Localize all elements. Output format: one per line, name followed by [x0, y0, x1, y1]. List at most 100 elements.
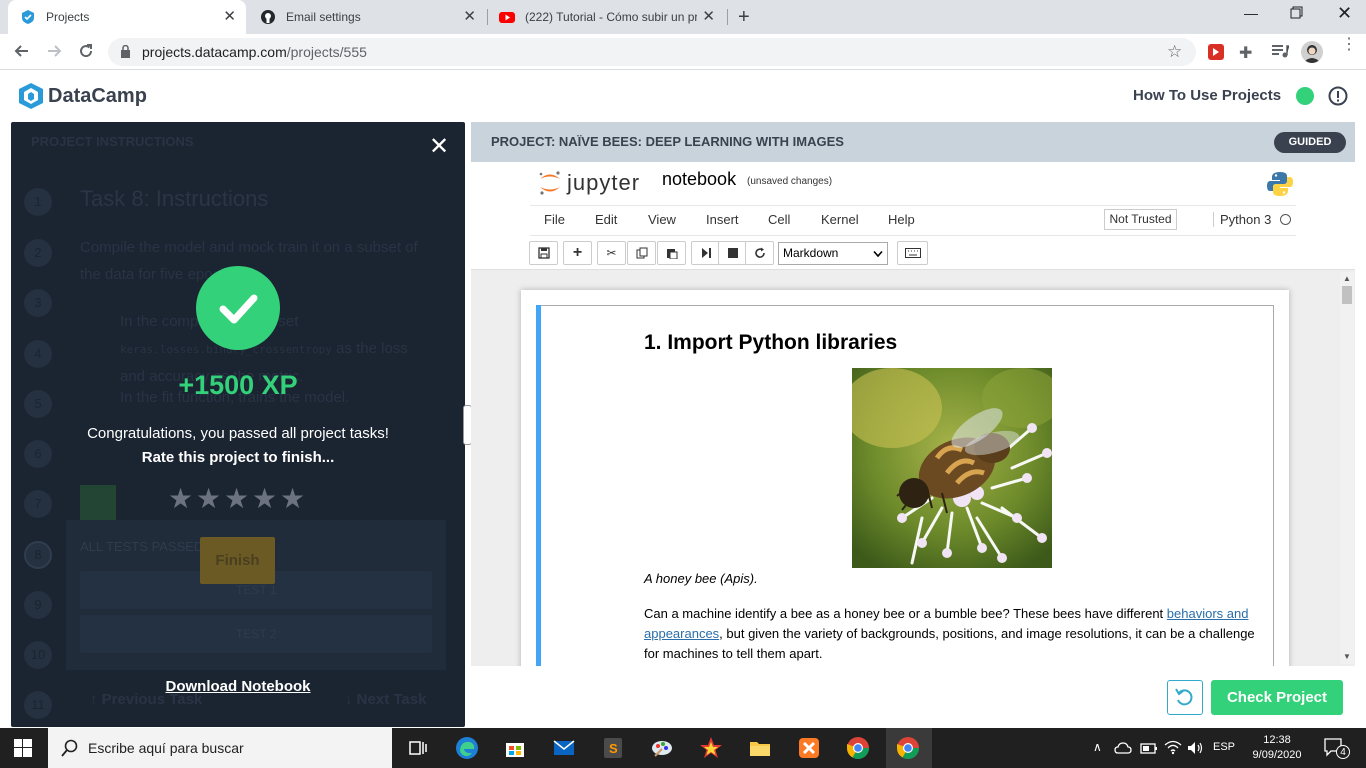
menu-file[interactable]: File — [544, 212, 565, 227]
wifi-icon[interactable] — [1164, 739, 1182, 758]
restart-button[interactable] — [745, 241, 774, 265]
trust-button[interactable]: Not Trusted — [1104, 209, 1177, 230]
back-button[interactable] — [13, 42, 31, 63]
notebook-name[interactable]: notebook — [662, 169, 736, 190]
cell-heading: 1. Import Python libraries — [644, 331, 898, 354]
scrollbar-thumb[interactable] — [1342, 286, 1352, 304]
profile-avatar[interactable] — [1301, 41, 1323, 63]
menu-kernel[interactable]: Kernel — [821, 212, 859, 227]
menu-cell[interactable]: Cell — [768, 212, 790, 227]
edge-browser-icon[interactable] — [455, 736, 479, 760]
browser-menu-icon[interactable]: ⋮ — [1341, 37, 1357, 53]
save-button[interactable] — [529, 241, 558, 265]
close-window-button[interactable]: ✕ — [1337, 3, 1352, 24]
scroll-down-icon[interactable]: ▼ — [1343, 652, 1351, 661]
star-5-icon[interactable]: ★ — [280, 485, 305, 513]
windows-start-icon[interactable] — [14, 739, 32, 760]
store-icon[interactable] — [503, 736, 527, 760]
paste-button[interactable] — [657, 241, 686, 265]
tab-youtube-tutorial[interactable]: (222) Tutorial - Cómo subir un pr ✕ — [487, 0, 725, 34]
paint-app-icon[interactable] — [650, 736, 674, 760]
network-cloud-icon[interactable] — [1114, 740, 1132, 759]
tab-email-settings[interactable]: Email settings ✕ — [248, 0, 486, 34]
menu-help[interactable]: Help — [888, 212, 915, 227]
cell-type-select[interactable]: Markdown — [778, 242, 888, 265]
sublime-text-icon[interactable]: S — [601, 736, 625, 760]
lock-icon[interactable] — [120, 44, 131, 61]
tests-header: ALL TESTS PASSED — [80, 539, 204, 554]
cut-button[interactable]: ✂ — [597, 241, 626, 265]
finish-button[interactable]: Finish — [200, 537, 275, 584]
github-favicon-icon — [261, 10, 275, 24]
rate-prompt: Rate this project to finish... — [141, 449, 335, 466]
tray-expand-icon[interactable]: ∧ — [1093, 740, 1102, 754]
interrupt-button[interactable] — [718, 241, 747, 265]
step-11[interactable]: 11 — [24, 691, 52, 719]
mail-icon[interactable] — [552, 736, 576, 760]
chrome-icon[interactable] — [846, 736, 870, 760]
command-palette-button[interactable] — [897, 241, 928, 265]
clock-date: 9/09/2020 — [1252, 749, 1302, 761]
arrow-left-icon — [14, 45, 28, 57]
how-to-use-projects-link[interactable]: How To Use Projects — [1133, 87, 1281, 104]
step-1[interactable]: 1 — [24, 188, 52, 216]
forward-button[interactable] — [45, 42, 63, 63]
url-text[interactable]: projects.datacamp.com/projects/555 — [142, 44, 367, 60]
alert-icon[interactable] — [1328, 86, 1348, 109]
step-forward-icon — [701, 248, 711, 258]
close-tab-icon[interactable]: ✕ — [463, 9, 476, 25]
star-1-icon[interactable]: ★ — [168, 485, 193, 513]
insert-cell-button[interactable]: + — [563, 241, 592, 265]
close-modal-button[interactable]: ✕ — [429, 135, 449, 159]
paragraph-text: Can a machine identify a bee as a honey … — [644, 606, 1164, 621]
step-9[interactable]: 9 — [24, 591, 52, 619]
close-tab-icon[interactable]: ✕ — [223, 9, 236, 25]
extension-red-icon[interactable] — [1207, 43, 1225, 64]
battery-icon[interactable] — [1140, 741, 1158, 758]
datacamp-logo-icon[interactable] — [18, 82, 44, 113]
check-project-button[interactable]: Check Project — [1211, 680, 1343, 715]
scroll-up-icon[interactable]: ▲ — [1343, 274, 1351, 283]
step-8[interactable]: 8 — [24, 541, 52, 569]
menu-edit[interactable]: Edit — [595, 212, 617, 227]
xampp-icon[interactable] — [797, 736, 821, 760]
step-7[interactable]: 7 — [24, 490, 52, 518]
step-4[interactable]: 4 — [24, 340, 52, 368]
system-clock[interactable]: 12:38 9/09/2020 — [1246, 733, 1308, 763]
tab-projects[interactable]: Projects ✕ — [8, 0, 246, 34]
input-language[interactable]: ESP — [1213, 741, 1235, 753]
media-control-icon[interactable] — [1271, 43, 1289, 62]
restore-window-button[interactable] — [1290, 6, 1303, 22]
star-3-icon[interactable]: ★ — [224, 485, 249, 513]
reset-notebook-button[interactable] — [1167, 680, 1203, 715]
reload-button[interactable] — [77, 42, 95, 63]
bookmark-star-icon[interactable]: ☆ — [1167, 42, 1182, 62]
keyboard-icon — [904, 248, 921, 258]
file-explorer-icon[interactable] — [748, 736, 772, 760]
star-4-icon[interactable]: ★ — [252, 485, 277, 513]
star-2-icon[interactable]: ★ — [196, 485, 221, 513]
step-3[interactable]: 3 — [24, 289, 52, 317]
datacamp-logo-text[interactable]: DataCamp — [48, 85, 147, 108]
jupyter-logo-icon[interactable] — [538, 170, 562, 199]
run-button[interactable] — [691, 241, 720, 265]
new-tab-button[interactable]: + — [738, 6, 750, 29]
notebook-scrollbar[interactable] — [1340, 272, 1354, 664]
menu-view[interactable]: View — [648, 212, 676, 227]
success-check-icon — [196, 266, 280, 350]
scissors-icon: ✂ — [606, 246, 617, 260]
project-title: PROJECT: NAÏVE BEES: DEEP LEARNING WITH … — [491, 134, 844, 149]
task-view-icon[interactable] — [406, 736, 430, 760]
minimize-window-button[interactable]: — — [1244, 5, 1258, 21]
download-notebook-link[interactable]: Download Notebook — [0, 678, 476, 695]
extensions-puzzle-icon[interactable]: ✚ — [1239, 43, 1252, 63]
step-10[interactable]: 10 — [24, 641, 52, 669]
copy-button[interactable] — [627, 241, 656, 265]
step-2[interactable]: 2 — [24, 239, 52, 267]
star-app-icon[interactable] — [699, 736, 723, 760]
volume-icon[interactable] — [1187, 740, 1205, 759]
close-tab-icon[interactable]: ✕ — [702, 9, 715, 25]
chrome-active-icon[interactable] — [896, 736, 920, 760]
notification-count-badge: 4 — [1336, 745, 1350, 759]
menu-insert[interactable]: Insert — [706, 212, 739, 227]
